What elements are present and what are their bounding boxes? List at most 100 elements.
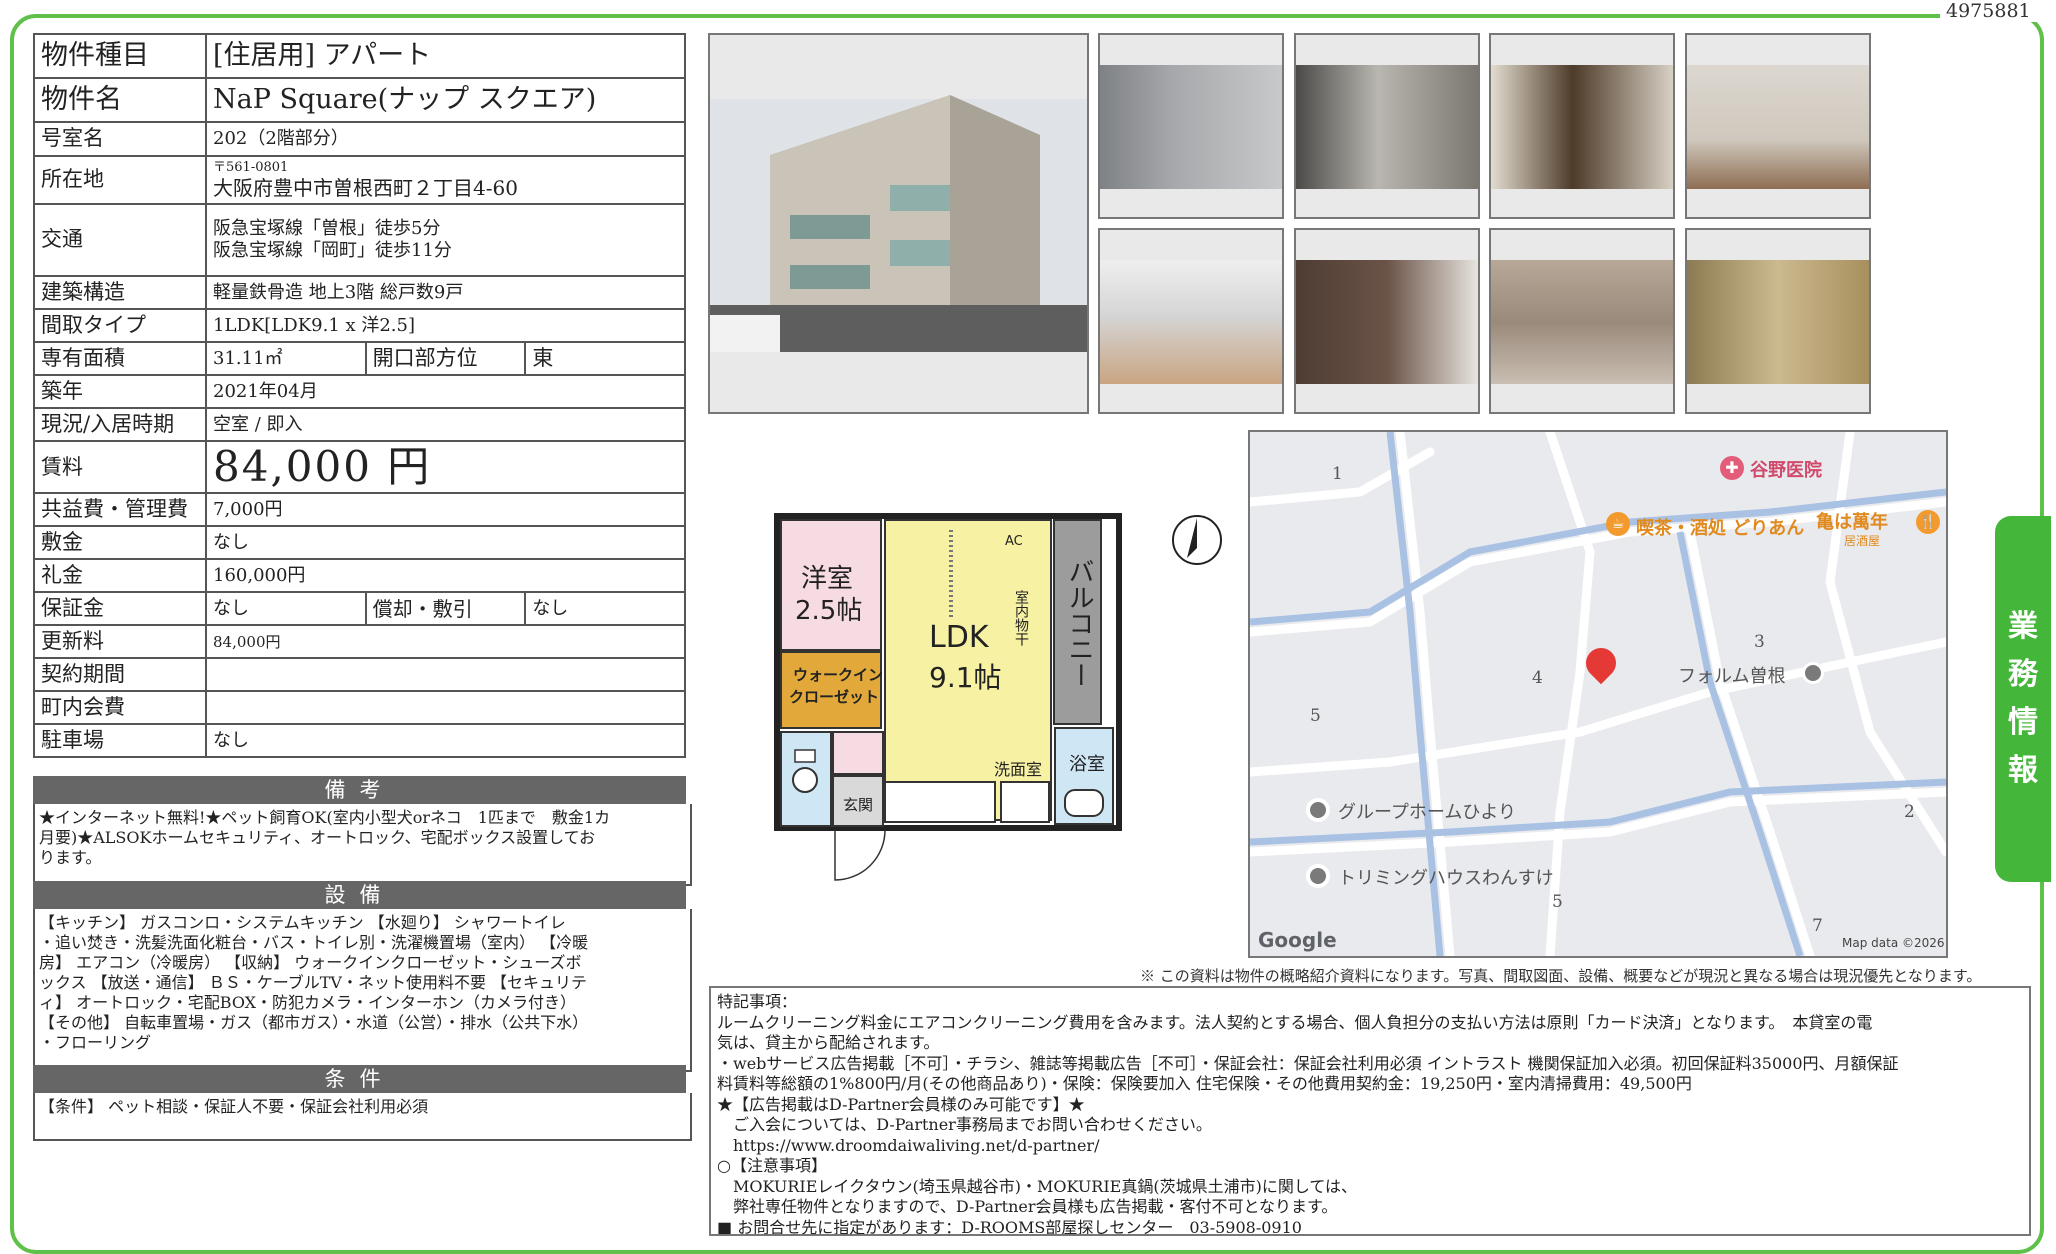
map-block-label: 2: [1904, 802, 1915, 822]
equipment-line: ィ】 オートロック・宅配BOX・防犯カメラ・インターホン（カメラ付き）: [39, 993, 577, 1012]
rent-label: 賃料: [33, 439, 207, 495]
google-logo: Google: [1258, 928, 1337, 952]
community-value: [205, 690, 686, 726]
area-label: 専有面積: [33, 341, 207, 376]
equipment-line: 【その他】 自転車置場・ガス（都市ガス）・水道（公営）・排水（公共下水）: [39, 1013, 589, 1032]
location-map[interactable]: 1 2 3 4 5 5 7 ✚ 谷野医院 ☕ 喫茶・酒処 どりあん 亀は萬年 居…: [1248, 430, 1948, 958]
equipment-line: ックス 【放送・通信】 ＢＳ・ケーブルTV・ネット使用料不要 【セキュリテ: [39, 973, 588, 992]
address: 大阪府豊中市曽根西町２丁目4-60: [213, 175, 518, 200]
washroom-photo[interactable]: [1685, 228, 1871, 414]
equipment-line: 房】 エアコン（冷暖房） 【収納】 ウォークインクローゼット・シューズボ: [39, 953, 582, 972]
remarks-line: ★インターネット無料!★ペット飼育OK(室内小型犬orネコ 1匹まで 敷金1カ: [39, 808, 611, 827]
note-line: ご入会については、D-Partner事務局までお問い合わせください。: [717, 1115, 1212, 1134]
map-block-label: 5: [1552, 892, 1563, 912]
remarks-line: ります。: [39, 848, 102, 867]
spec-table: 物件種目 [住居用] アパート 物件名 NaP Square(ナップ スクエア) 号…: [33, 33, 686, 759]
transport-line: 阪急宝塚線「曽根」徒歩5分: [213, 218, 441, 240]
location-label: 所在地: [33, 155, 207, 205]
business-info-tab[interactable]: 業 務 情 報: [1995, 516, 2051, 882]
map-block-label: 1: [1332, 464, 1343, 484]
ldk-photo[interactable]: [1685, 33, 1871, 219]
built-label: 築年: [33, 374, 207, 409]
drying-label: 室内物干: [1013, 590, 1029, 646]
conditions-body: 【条件】 ペット相談・保証人不要・保証会社利用必須: [33, 1093, 692, 1141]
note-line: https://www.droomdaiwaliving.net/d-partn…: [717, 1135, 1100, 1155]
zip: 〒561-0801: [213, 159, 289, 175]
status-label: 現況/入居時期: [33, 407, 207, 442]
equipment-heading: 設備: [33, 881, 686, 909]
poi-clinic: 谷野医院: [1750, 460, 1822, 481]
property-id: 4975881: [1940, 0, 2037, 22]
transport-value: 阪急宝塚線「曽根」徒歩5分 阪急宝塚線「岡町」徒歩11分: [205, 203, 686, 277]
equipment-body: 【キッチン】 ガスコンロ・システムキッチン 【水廻り】 シャワートイレ ・追い焚…: [33, 909, 692, 1072]
poi-cafe: 喫茶・酒処 どりあん: [1636, 518, 1805, 539]
room1-size: 2.5帖: [795, 596, 863, 626]
toilet-photo[interactable]: [1489, 228, 1675, 414]
parking-label: 駐車場: [33, 723, 207, 759]
bath-label: 浴室: [1069, 754, 1105, 775]
place-icon: [1802, 662, 1824, 684]
layout-value: 1LDK[LDK9.1 x 洋2.5]: [205, 308, 686, 343]
note-line: ルームクリーニング料金にエアコンクリーニング費用を含みます。法人契約とする場合、…: [717, 1012, 1873, 1032]
map-block-label: 4: [1532, 668, 1543, 688]
tab-char: 務: [2008, 657, 2038, 692]
fee-label: 共益費・管理費: [33, 492, 207, 528]
key-money-value: 160,000円: [205, 558, 686, 594]
poi-forum: フォルム曽根: [1678, 666, 1786, 687]
note-line: 特記事項：: [717, 992, 798, 1011]
remarks-line: 月要)★ALSOKホームセキュリティ、オートロック、宅配ボックス設置してお: [39, 828, 596, 847]
guarantee-value: なし: [205, 591, 367, 627]
note-line: ■ お問合せ先に指定があります：D-ROOMS部屋探しセンター 03-5908-…: [717, 1217, 1302, 1236]
deposit-value: なし: [205, 525, 686, 561]
restaurant-icon: 🍴: [1916, 510, 1940, 534]
structure-value: 軽量鉄骨造 地上3階 総戸数9戸: [205, 275, 686, 310]
window-photo[interactable]: [1294, 33, 1480, 219]
tab-char: 業: [2008, 609, 2038, 644]
kitchen-photo[interactable]: [1098, 228, 1284, 414]
exterior-image: [710, 95, 1087, 352]
map-attribution: Map data ©2026: [1842, 936, 1945, 950]
conditions-line: 【条件】 ペット相談・保証人不要・保証会社利用必須: [39, 1097, 429, 1116]
type-value: [住居用] アパート: [205, 33, 686, 79]
tab-char: 情: [2008, 705, 2038, 740]
name-value: NaP Square(ナップ スクエア): [205, 77, 686, 123]
note-line: ○【注意事項】: [717, 1156, 827, 1175]
place-icon: [1306, 798, 1330, 822]
built-value: 2021年04月: [205, 374, 686, 409]
bathroom-photo[interactable]: [1294, 228, 1480, 414]
structure-label: 建築構造: [33, 275, 207, 310]
direction-value: 東: [524, 341, 686, 376]
location-value: 〒561-0801 大阪府豊中市曽根西町２丁目4-60: [205, 155, 686, 205]
room-value: 202（2階部分）: [205, 121, 686, 157]
entrance-label: 玄関: [843, 796, 874, 814]
entrance-photo[interactable]: [1489, 33, 1675, 219]
renewal-label: 更新料: [33, 624, 207, 660]
key-money-label: 礼金: [33, 558, 207, 594]
transport-line: 阪急宝塚線「岡町」徒歩11分: [213, 240, 452, 261]
area-value: 31.11㎡: [205, 341, 367, 376]
status-value: 空室 / 即入: [205, 407, 686, 442]
washroom-label: 洗面室: [994, 760, 1043, 779]
parking-value: なし: [205, 723, 686, 759]
guarantee-label: 保証金: [33, 591, 207, 627]
rent-value: 84,000 円: [205, 439, 686, 495]
map-block-label: 7: [1812, 916, 1823, 936]
closet-label: ウォークイン: [793, 666, 884, 684]
exterior-photo[interactable]: [708, 33, 1089, 414]
transport-label: 交通: [33, 203, 207, 277]
amort-label: 償却・敷引: [364, 591, 527, 627]
tab-char: 報: [2008, 753, 2038, 788]
deposit-label: 敷金: [33, 525, 207, 561]
poi-izakaya: 亀は萬年: [1816, 512, 1888, 533]
poi-izakaya-sub: 居酒屋: [1844, 534, 1881, 548]
direction-label: 開口部方位: [364, 341, 527, 376]
name-label: 物件名: [33, 77, 207, 123]
cafe-icon: ☕: [1606, 512, 1630, 536]
floor-plan-labels: 洋室 2.5帖 LDK 9.1帖 AC 室内物干 バルコニー ウォークイン クロ…: [709, 430, 1237, 958]
poi-trimming: トリミングハウスわんすけ: [1338, 868, 1554, 889]
balcony-label: バルコニー: [1064, 558, 1094, 688]
map-block-label: 5: [1310, 706, 1321, 726]
fee-value: 7,000円: [205, 492, 686, 528]
room-photo[interactable]: [1098, 33, 1284, 219]
ldk-name: LDK: [929, 620, 989, 655]
